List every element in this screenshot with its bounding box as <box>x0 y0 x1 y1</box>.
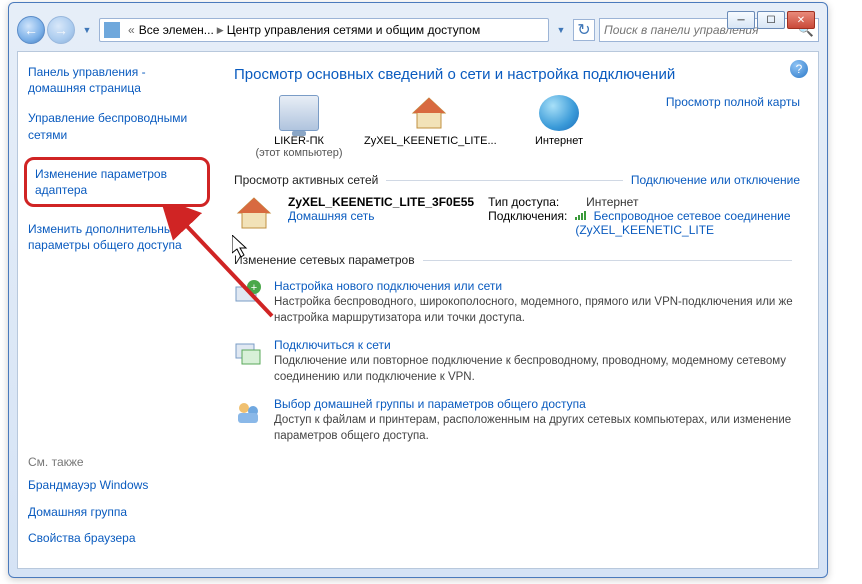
sidebar: Панель управления - домашняя страница Уп… <box>18 52 216 568</box>
access-type-label: Тип доступа: <box>488 195 578 209</box>
breadcrumb-current[interactable]: Центр управления сетями и общим доступом <box>227 23 481 37</box>
connect-network-link[interactable]: Подключиться к сети <box>274 338 800 352</box>
see-also-browser[interactable]: Свойства браузера <box>28 530 206 546</box>
back-button[interactable]: ← <box>17 16 45 44</box>
see-also-homegroup[interactable]: Домашняя группа <box>28 504 206 520</box>
node-this-pc[interactable]: LIKER-ПК (этот компьютер) <box>234 95 364 159</box>
window-frame: ─ ☐ ✕ ← → ▼ « Все элемен... ▶ Центр упра… <box>8 2 828 578</box>
divider <box>386 180 623 181</box>
network-type-link[interactable]: Домашняя сеть <box>288 209 474 223</box>
node-internet[interactable]: Интернет <box>494 95 624 147</box>
sidebar-adapter-settings[interactable]: Изменение параметров адаптера <box>24 157 210 207</box>
network-map: LIKER-ПК (этот компьютер) ZyXEL_KEENETIC… <box>234 95 800 159</box>
homegroup-icon <box>234 397 262 425</box>
node-router[interactable]: ZyXEL_KEENETIC_LITE... <box>364 95 494 147</box>
globe-icon <box>539 95 579 131</box>
maximize-button[interactable]: ☐ <box>757 11 785 29</box>
homegroup-link[interactable]: Выбор домашней группы и параметров общег… <box>274 397 800 411</box>
toolbar: ← → ▼ « Все элемен... ▶ Центр управления… <box>17 13 819 47</box>
history-dropdown[interactable]: ▼ <box>79 16 95 44</box>
connect-network-item: Подключиться к сети Подключение или повт… <box>234 338 800 385</box>
network-house-icon <box>234 195 274 231</box>
house-icon <box>409 95 449 131</box>
connections-label: Подключения: <box>488 209 567 237</box>
see-also-header: См. также <box>28 455 206 469</box>
network-name: ZyXEL_KEENETIC_LITE_3F0E55 <box>288 195 474 209</box>
section-title: Просмотр активных сетей <box>234 173 378 187</box>
computer-icon <box>279 95 319 131</box>
see-also-firewall[interactable]: Брандмауэр Windows <box>28 477 206 493</box>
network-details: Тип доступа: Интернет Подключения: Беспр… <box>488 195 800 237</box>
access-type-value: Интернет <box>586 195 638 209</box>
connect-network-icon <box>234 338 262 366</box>
sidebar-wireless[interactable]: Управление беспроводными сетями <box>28 110 206 142</box>
wifi-signal-icon <box>575 209 587 219</box>
connect-network-desc: Подключение или повторное подключение к … <box>274 354 800 385</box>
active-network: ZyXEL_KEENETIC_LITE_3F0E55 Домашняя сеть… <box>234 195 800 237</box>
node-sub: (этот компьютер) <box>234 147 364 159</box>
breadcrumb-dropdown[interactable]: ▼ <box>553 16 569 44</box>
homegroup-item: Выбор домашней группы и параметров общег… <box>234 397 800 444</box>
node-label: Интернет <box>494 135 624 147</box>
node-label: LIKER-ПК <box>234 135 364 147</box>
setup-connection-icon: + <box>234 279 262 307</box>
breadcrumb-root[interactable]: Все элемен... <box>139 23 214 37</box>
svg-text:+: + <box>251 282 257 294</box>
setup-connection-desc: Настройка беспроводного, широкополосного… <box>274 295 800 326</box>
homegroup-desc: Доступ к файлам и принтерам, расположенн… <box>274 413 800 444</box>
page-heading: Просмотр основных сведений о сети и наст… <box>234 66 800 83</box>
change-settings-header: Изменение сетевых параметров <box>234 253 800 267</box>
window-controls: ─ ☐ ✕ <box>727 11 815 29</box>
titlebar[interactable] <box>9 3 827 13</box>
breadcrumb-sep: « <box>124 23 139 37</box>
nav-arrows: ← → <box>17 16 75 44</box>
minimize-button[interactable]: ─ <box>727 11 755 29</box>
breadcrumb[interactable]: « Все элемен... ▶ Центр управления сетям… <box>99 18 549 42</box>
sidebar-home[interactable]: Панель управления - домашняя страница <box>28 64 206 96</box>
connection-link[interactable]: Беспроводное сетевое соединение (ZyXEL_K… <box>575 209 800 237</box>
close-button[interactable]: ✕ <box>787 11 815 29</box>
control-panel-icon <box>104 22 120 38</box>
forward-button[interactable]: → <box>47 16 75 44</box>
node-label: ZyXEL_KEENETIC_LITE... <box>364 135 494 147</box>
main-pane: ? Просмотр основных сведений о сети и на… <box>216 52 818 568</box>
help-icon[interactable]: ? <box>790 60 808 78</box>
sidebar-sharing[interactable]: Изменить дополнительные параметры общего… <box>28 221 206 253</box>
setup-connection-link[interactable]: Настройка нового подключения или сети <box>274 279 800 293</box>
refresh-button[interactable]: ↻ <box>573 19 595 41</box>
full-map-link[interactable]: Просмотр полной карты <box>666 95 800 109</box>
connect-disconnect-link[interactable]: Подключение или отключение <box>631 173 800 187</box>
connection-name: Беспроводное сетевое соединение (ZyXEL_K… <box>575 209 790 237</box>
setup-connection-item: + Настройка нового подключения или сети … <box>234 279 800 326</box>
active-nets-header: Просмотр активных сетей Подключение или … <box>234 173 800 187</box>
see-also: См. также Брандмауэр Windows Домашняя гр… <box>28 455 206 556</box>
content-area: Панель управления - домашняя страница Уп… <box>17 51 819 569</box>
divider <box>423 260 792 261</box>
network-info: ZyXEL_KEENETIC_LITE_3F0E55 Домашняя сеть <box>288 195 474 223</box>
section-title: Изменение сетевых параметров <box>234 253 415 267</box>
chevron-icon[interactable]: ▶ <box>214 25 227 36</box>
